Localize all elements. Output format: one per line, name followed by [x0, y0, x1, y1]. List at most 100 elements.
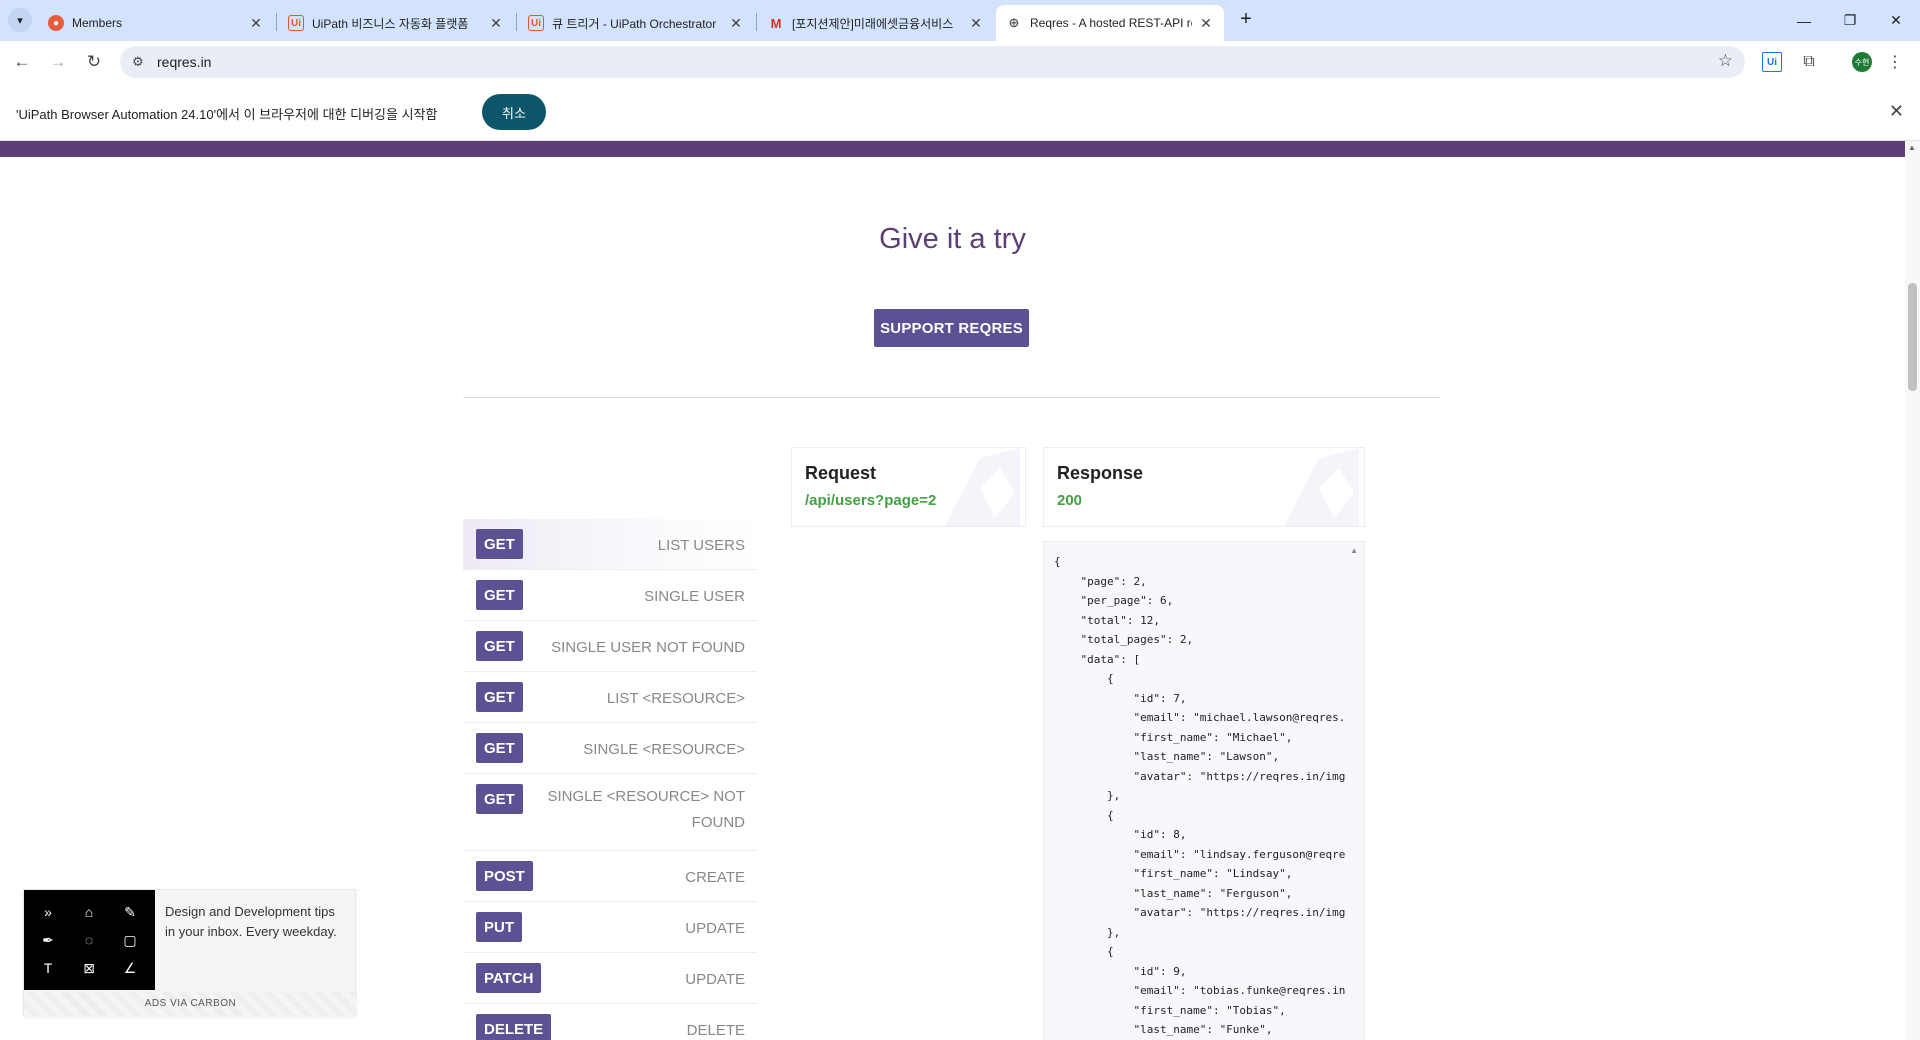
- endpoint-label: UPDATE: [685, 920, 745, 937]
- minimize-icon[interactable]: —: [1781, 0, 1827, 41]
- response-card: Response 200: [1043, 447, 1365, 527]
- method-badge: POST: [476, 861, 533, 891]
- endpoint-list: GET LIST USERS GET SINGLE USER GET SINGL…: [463, 519, 757, 1040]
- endpoint-update-patch[interactable]: PATCH UPDATE: [463, 953, 757, 1004]
- endpoint-label: LIST USERS: [657, 537, 745, 554]
- infobar-message: 'UiPath Browser Automation 24.10'에서 이 브라…: [16, 107, 438, 122]
- tab-separator: [276, 13, 277, 31]
- close-icon[interactable]: ✕: [1889, 101, 1904, 122]
- method-badge: GET: [476, 784, 523, 814]
- tab-queue-trigger[interactable]: Ui 큐 트리거 - UiPath Orchestrator ✕: [518, 5, 754, 41]
- request-card: Request /api/users?page=2: [791, 447, 1026, 527]
- endpoint-label: SINGLE USER: [644, 588, 745, 605]
- request-title: Request: [805, 463, 877, 483]
- back-icon[interactable]: ←: [10, 50, 34, 74]
- divider: [463, 397, 1440, 398]
- tab-title: UiPath 비즈니스 자동화 플랫폼: [312, 16, 469, 31]
- gmail-icon: M: [770, 15, 782, 31]
- method-badge: PUT: [476, 912, 522, 942]
- uipath-icon: Ui: [528, 15, 544, 31]
- text-icon: T: [43, 960, 53, 976]
- uipath-extension-icon[interactable]: Ui: [1762, 52, 1782, 72]
- carbon-ad[interactable]: » ⌂ ✎ ✒ ◌ ▢ T ⊠ ∠ Design and Development…: [23, 889, 357, 1016]
- forward-icon[interactable]: →: [46, 50, 70, 74]
- reload-icon[interactable]: ↻: [82, 50, 106, 74]
- tab-separator: [756, 13, 757, 31]
- tab-uipath-platform[interactable]: Ui UiPath 비즈니스 자동화 플랫폼 ✕: [278, 5, 514, 41]
- support-reqres-button[interactable]: SUPPORT REQRES: [874, 309, 1029, 347]
- address-text[interactable]: reqres.in: [157, 54, 211, 70]
- endpoint-label: LIST <RESOURCE>: [606, 690, 745, 707]
- chevrons-right-icon: »: [44, 904, 52, 920]
- method-badge: GET: [476, 631, 523, 661]
- watermark-icon: [1284, 448, 1359, 526]
- endpoint-delete[interactable]: DELETE DELETE: [463, 1004, 757, 1040]
- endpoint-list-users[interactable]: GET LIST USERS: [463, 519, 757, 570]
- method-badge: GET: [476, 580, 523, 610]
- close-icon[interactable]: ✕: [968, 15, 984, 32]
- lasso-icon: ◌: [84, 932, 94, 948]
- restore-icon[interactable]: ❐: [1827, 0, 1873, 41]
- watermark-icon: [945, 448, 1020, 526]
- globe-icon: ⊕: [1008, 15, 1020, 30]
- response-body[interactable]: ▲ { "page": 2, "per_page": 6, "total": 1…: [1043, 541, 1365, 1040]
- page-scrollbar[interactable]: ▲: [1905, 141, 1920, 1040]
- pen-icon: ✒: [42, 931, 54, 948]
- scrollbar-thumb[interactable]: [1908, 283, 1917, 391]
- endpoint-update-put[interactable]: PUT UPDATE: [463, 902, 757, 953]
- header-bar: [0, 141, 1905, 157]
- tab-strip: ▾ ● Members ✕ Ui UiPath 비즈니스 자동화 플랫폼 ✕ U…: [0, 0, 1920, 41]
- close-icon[interactable]: ✕: [1198, 15, 1214, 32]
- profile-avatar[interactable]: 수현: [1852, 52, 1872, 72]
- endpoint-single-resource-not-found[interactable]: GET SINGLE <RESOURCE> NOT FOUND: [463, 774, 757, 851]
- close-icon[interactable]: ✕: [248, 15, 264, 32]
- method-badge: GET: [476, 733, 523, 763]
- response-json: { "page": 2, "per_page": 6, "total": 12,…: [1054, 555, 1346, 1036]
- bookmark-star-icon[interactable]: ☆: [1718, 51, 1733, 71]
- response-title: Response: [1057, 463, 1144, 483]
- tab-reqres[interactable]: ⊕ Reqres - A hosted REST-API re ✕: [996, 5, 1224, 41]
- scroll-up-icon[interactable]: ▲: [1350, 546, 1358, 555]
- browser-toolbar: ← → ↻ ⚙ reqres.in ☆ Ui ⧉ 수현 ⋮: [0, 41, 1920, 83]
- endpoint-single-resource[interactable]: GET SINGLE <RESOURCE>: [463, 723, 757, 774]
- endpoint-create[interactable]: POST CREATE: [463, 851, 757, 902]
- address-bar[interactable]: ⚙ reqres.in ☆: [120, 46, 1745, 78]
- endpoint-label: SINGLE <RESOURCE> NOT FOUND: [547, 788, 745, 831]
- endpoint-label: SINGLE <RESOURCE>: [583, 741, 745, 758]
- request-url: /api/users?page=2: [805, 492, 937, 509]
- window-close-icon[interactable]: ✕: [1873, 0, 1919, 41]
- tab-search-icon[interactable]: ▾: [8, 8, 32, 32]
- close-icon[interactable]: ✕: [488, 15, 504, 32]
- tab-gmail[interactable]: M [포지션제안]미래에셋금융서비스 ✕: [758, 5, 994, 41]
- debugging-infobar: 'UiPath Browser Automation 24.10'에서 이 브라…: [0, 83, 1920, 141]
- angle-icon: ∠: [123, 959, 137, 976]
- ad-image[interactable]: » ⌂ ✎ ✒ ◌ ▢ T ⊠ ∠: [24, 890, 155, 990]
- method-badge: GET: [476, 682, 523, 712]
- tab-members[interactable]: ● Members ✕: [38, 5, 274, 41]
- endpoint-label: SINGLE USER NOT FOUND: [551, 639, 745, 656]
- menu-kebab-icon[interactable]: ⋮: [1885, 52, 1905, 72]
- section-title: Give it a try: [879, 223, 1026, 255]
- response-status: 200: [1057, 492, 1083, 509]
- home-icon: ⌂: [84, 904, 94, 920]
- endpoint-label: CREATE: [685, 869, 745, 886]
- ad-text[interactable]: Design and Development tips in your inbo…: [165, 902, 345, 942]
- endpoint-single-user[interactable]: GET SINGLE USER: [463, 570, 757, 621]
- method-badge: GET: [476, 529, 523, 559]
- endpoint-list-resource[interactable]: GET LIST <RESOURCE>: [463, 672, 757, 723]
- cancel-debugging-button[interactable]: 취소: [482, 94, 546, 130]
- ads-via-carbon-link[interactable]: ADS VIA CARBON: [24, 992, 357, 1016]
- site-settings-icon[interactable]: ⚙: [132, 54, 144, 70]
- pen-plus-icon: ✎: [124, 903, 136, 920]
- method-badge: PATCH: [476, 963, 542, 993]
- members-icon: ●: [48, 15, 64, 31]
- close-icon[interactable]: ✕: [728, 15, 744, 32]
- method-badge: DELETE: [476, 1014, 552, 1040]
- extensions-puzzle-icon[interactable]: ⧉: [1799, 52, 1819, 72]
- new-tab-icon[interactable]: +: [1234, 8, 1258, 32]
- endpoint-label: UPDATE: [685, 971, 745, 988]
- endpoint-single-user-not-found[interactable]: GET SINGLE USER NOT FOUND: [463, 621, 757, 672]
- image-placeholder-icon: ⊠: [83, 959, 95, 976]
- uipath-icon: Ui: [288, 15, 304, 31]
- scroll-up-icon[interactable]: ▲: [1908, 143, 1916, 152]
